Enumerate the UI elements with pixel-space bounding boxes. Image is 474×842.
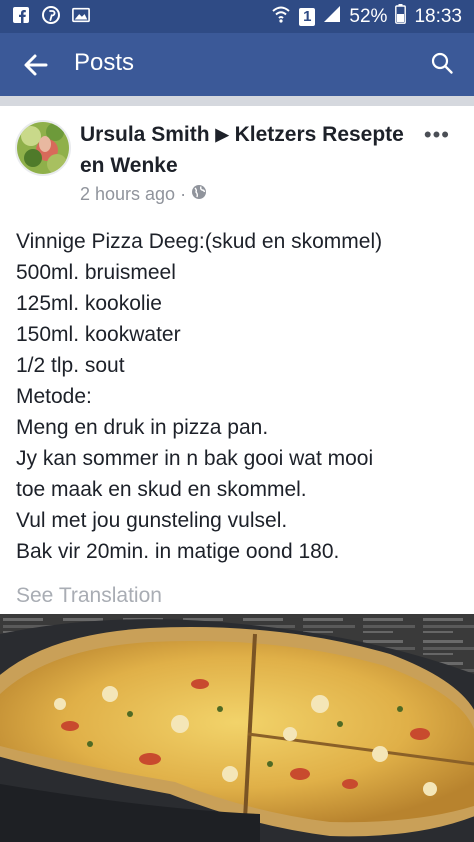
signal-icon xyxy=(323,5,341,29)
post-line: 1/2 tlp. sout xyxy=(16,354,125,377)
facebook-icon xyxy=(12,6,30,24)
post-line: toe maak en skud en skommel. xyxy=(16,478,307,501)
divider xyxy=(0,96,474,106)
page-title: Posts xyxy=(74,49,135,76)
battery-icon xyxy=(395,4,407,30)
post-line: 125ml. kookolie xyxy=(16,292,162,315)
avatar[interactable] xyxy=(15,120,71,176)
wifi-icon xyxy=(271,5,291,29)
post-line: Vinnige Pizza Deeg:(skud en skommel) xyxy=(16,230,383,253)
post-line: Bak vir 20min. in matige oond 180. xyxy=(16,540,340,563)
post-meta: 2 hours ago · xyxy=(80,184,207,205)
post-line: Jy kan sommer in n bak gooi wat mooi xyxy=(16,447,374,470)
status-bar: 1 52% 18:33 xyxy=(0,0,474,33)
post-line: Vul met jou gunsteling vulsel. xyxy=(16,509,288,532)
sim-icon: 1 xyxy=(299,8,316,26)
see-translation-link[interactable]: See Translation xyxy=(16,584,162,608)
post-time[interactable]: 2 hours ago xyxy=(80,184,175,205)
pinterest-icon xyxy=(42,6,60,24)
post-body: Vinnige Pizza Deeg:(skud en skommel) 500… xyxy=(16,226,466,567)
post-line: 500ml. bruismeel xyxy=(16,261,176,284)
clock: 18:33 xyxy=(414,6,462,27)
globe-icon xyxy=(191,184,207,205)
more-icon[interactable]: ••• xyxy=(424,122,450,148)
dot-separator: · xyxy=(180,184,187,204)
battery-percent: 52% xyxy=(349,6,388,27)
share-arrow-icon: ▶ xyxy=(215,125,229,144)
post-line: Meng en druk in pizza pan. xyxy=(16,416,269,439)
author-name[interactable]: Ursula Smith xyxy=(80,123,210,146)
back-arrow-icon[interactable] xyxy=(22,51,52,79)
search-icon[interactable] xyxy=(430,51,456,77)
post-author-line: Ursula Smith ▶ Kletzers Resepte en Wenke xyxy=(80,119,410,181)
post-line: 150ml. kookwater xyxy=(16,323,181,346)
app-bar: Posts xyxy=(0,33,474,96)
post-photo[interactable] xyxy=(0,614,474,842)
post-line: Metode: xyxy=(16,385,92,408)
gallery-icon xyxy=(72,6,90,24)
